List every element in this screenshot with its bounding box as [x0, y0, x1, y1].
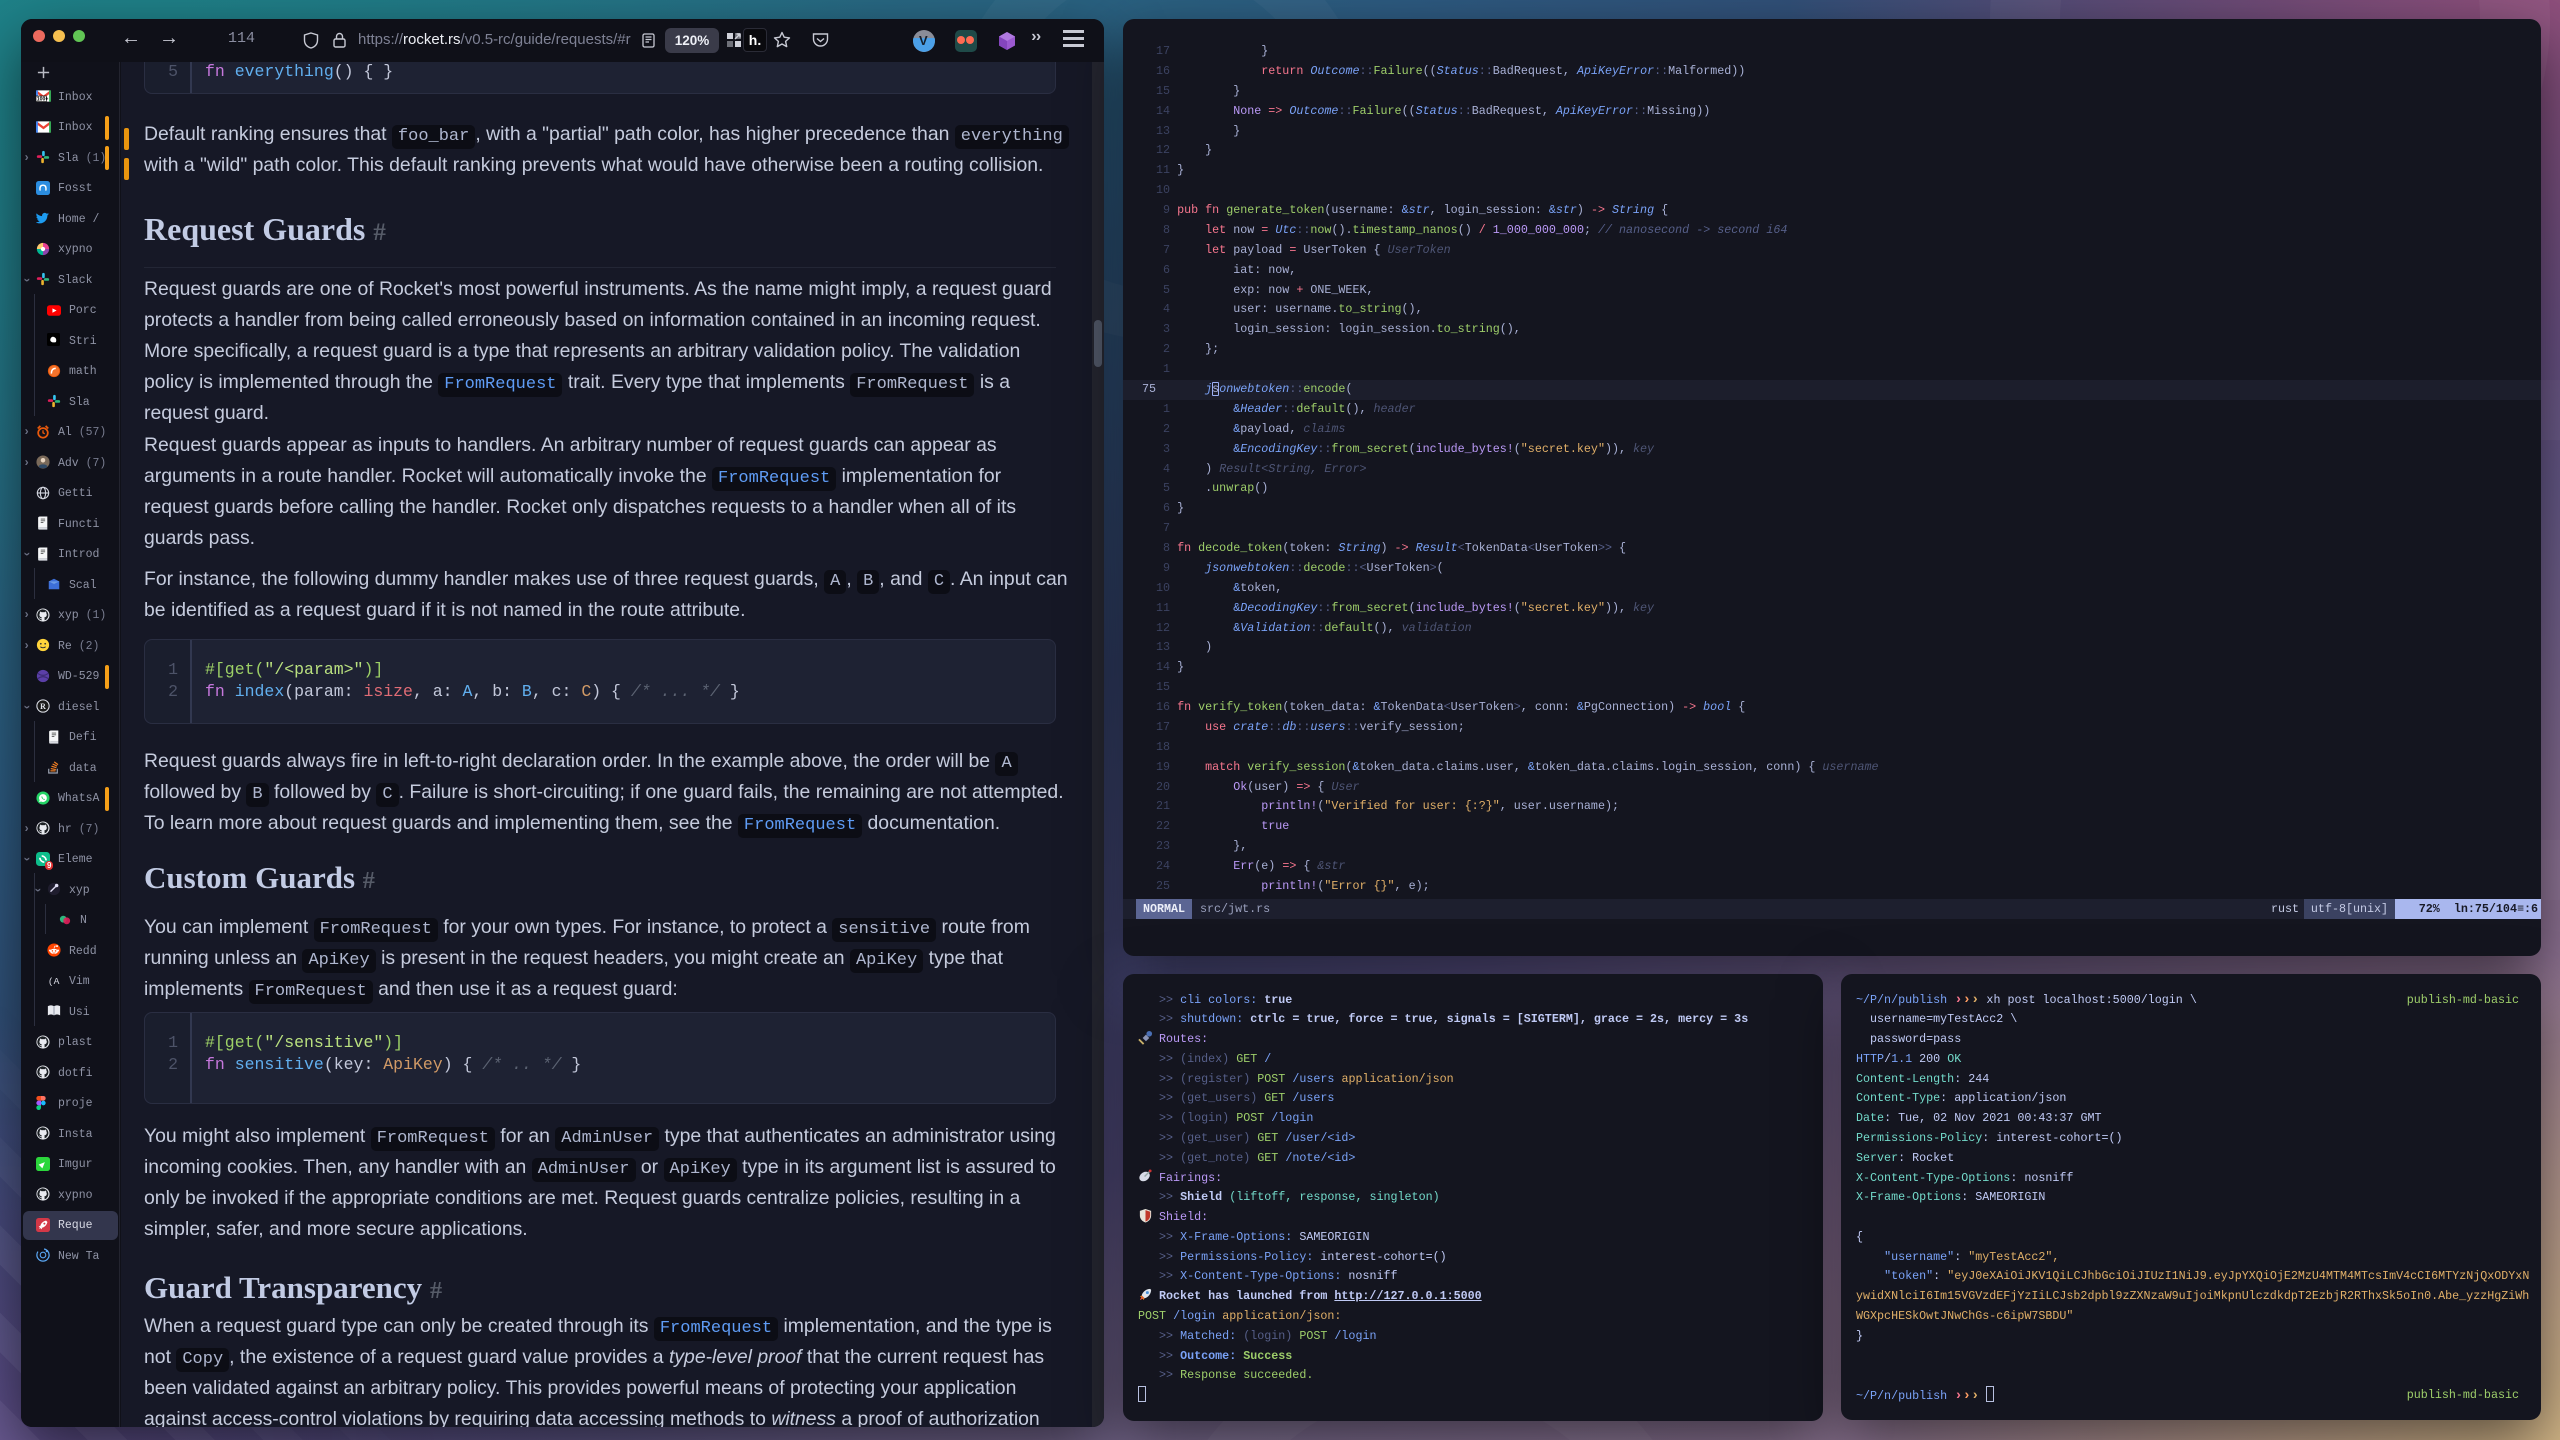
svg-text:R: R	[40, 702, 46, 711]
svg-text:100+: 100+	[37, 97, 49, 102]
svg-text:(A): (A)	[48, 976, 61, 987]
